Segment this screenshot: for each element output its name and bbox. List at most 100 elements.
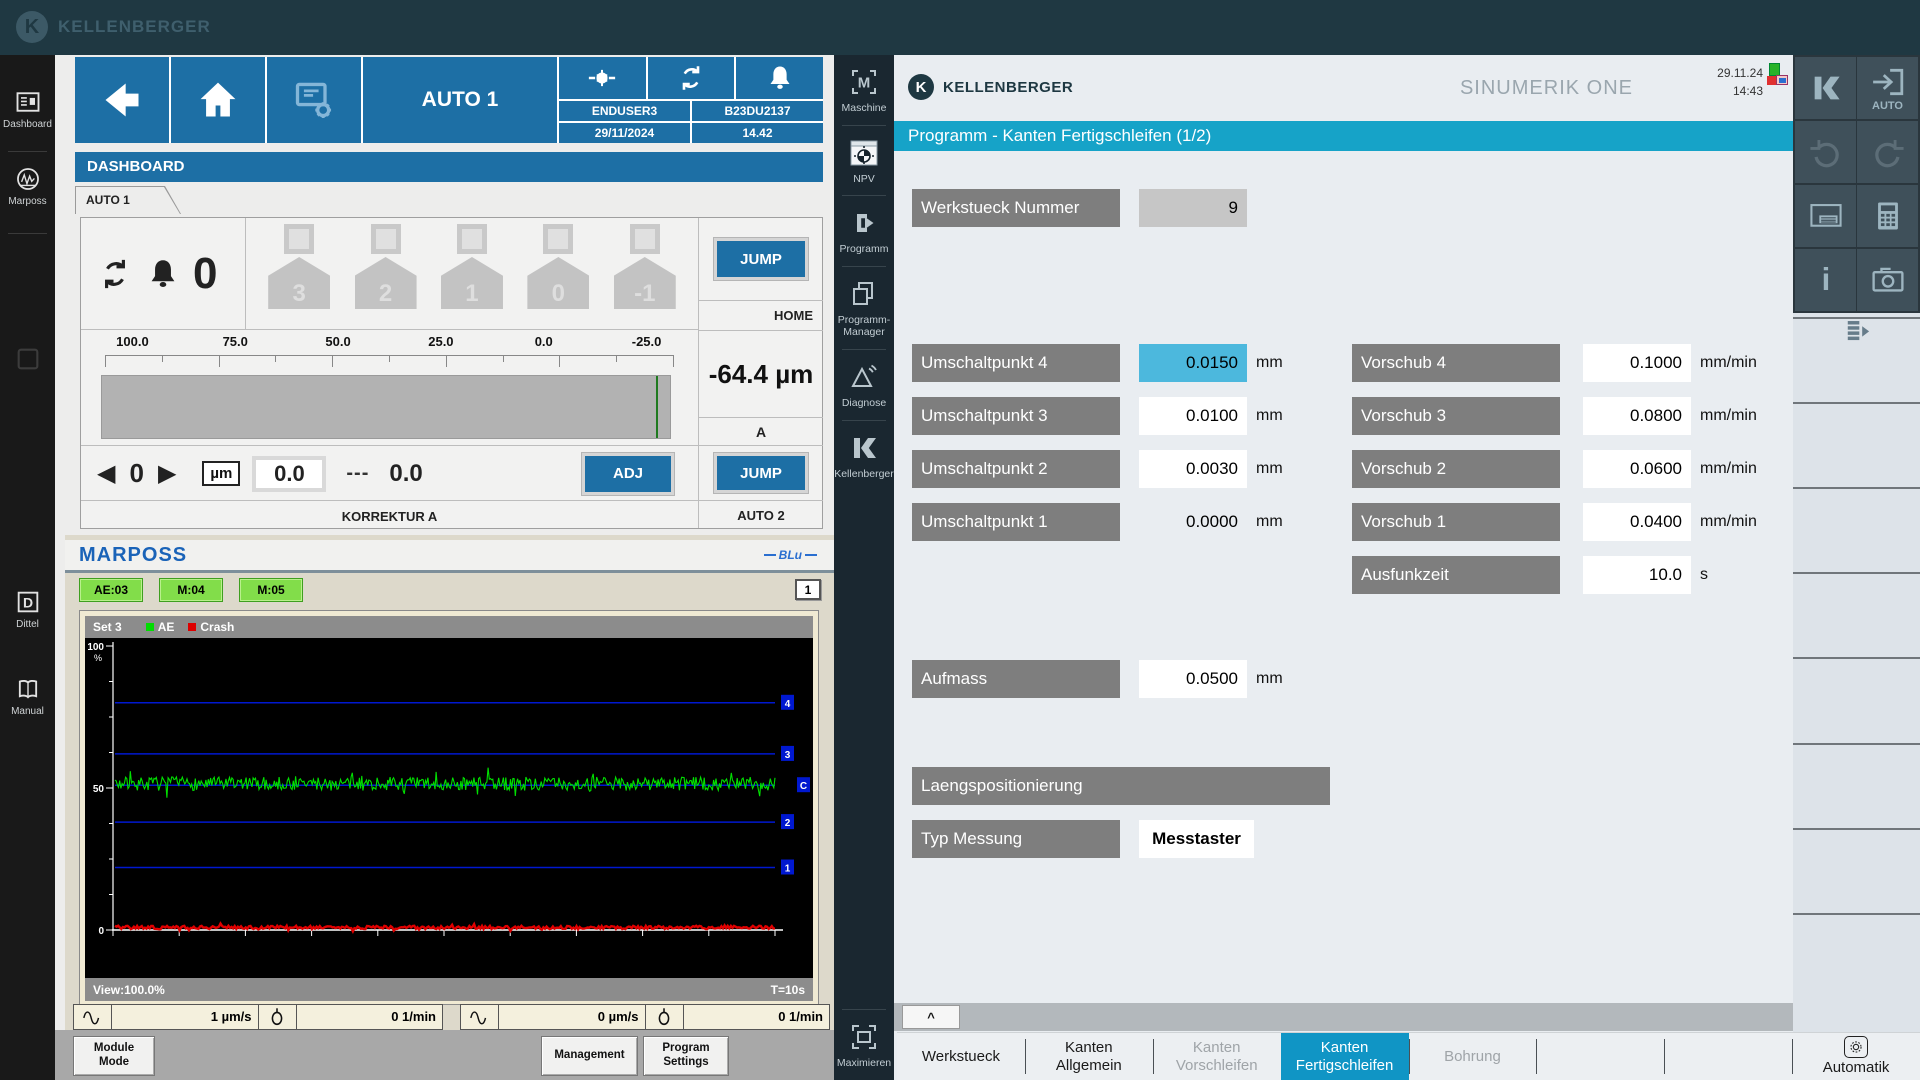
date-display: 29.11.24 — [1717, 64, 1763, 82]
kellenberger-brand-right: K KELLENBERGER — [908, 74, 1073, 100]
tab-label: Bohrung — [1444, 1048, 1501, 1065]
nav-item-diagnose[interactable]: Diagnose — [834, 350, 894, 420]
nav-item-programm-manager[interactable]: Programm-Manager — [834, 267, 894, 349]
marposs-chart-container: Set 3 AECrash 100%50043C21 View:100.0% T… — [79, 610, 819, 1005]
adj-button[interactable]: ADJ — [582, 453, 674, 495]
tab-auto1[interactable]: AUTO 1 — [75, 186, 181, 214]
field-value-werkstueck-nummer[interactable]: 9 — [1139, 189, 1247, 227]
softkey-menu-icon[interactable] — [1793, 319, 1920, 345]
correction-dashes: --- — [346, 462, 369, 485]
tab-kanten-vorschleifen[interactable]: Kanten Vorschleifen — [1153, 1033, 1281, 1080]
legend-item: Crash — [188, 620, 234, 634]
home-icon — [196, 78, 240, 122]
sidebar-item-dashboard[interactable]: Dashboard — [0, 88, 55, 130]
tab-bohrung[interactable]: Bohrung — [1409, 1033, 1537, 1080]
marposs-channel-tabs: AE:03 M:04 M:05 — [79, 578, 303, 602]
field-label-werkstueck-nummer: Werkstueck Nummer — [912, 189, 1120, 227]
field-value-vorschub-3[interactable]: 0.0800 — [1583, 397, 1691, 435]
dashboard-icon — [14, 88, 42, 116]
correction-current-value: 0.0 — [389, 460, 422, 488]
legend-label: AE — [158, 620, 175, 634]
set-label: Set 3 — [93, 620, 122, 634]
scale-tick-label: 25.0 — [389, 334, 492, 349]
auto-icon — [1871, 65, 1905, 99]
field-unit: mm/min — [1700, 503, 1757, 541]
field-value-ausfunkzeit[interactable]: 10.0 — [1583, 556, 1691, 594]
kellenberger-button[interactable] — [1795, 57, 1856, 119]
unit-toggle[interactable]: µm — [202, 461, 240, 486]
field-unit: mm — [1256, 344, 1283, 382]
field-value-typ-messung[interactable]: Messtaster — [1139, 820, 1254, 858]
view-zoom-label: View:100.0% — [93, 983, 165, 997]
manual-icon — [14, 675, 42, 703]
mode-display: AUTO 1 — [363, 57, 557, 143]
nav-item-programm[interactable]: Programm — [834, 196, 894, 266]
jump-auto2-button[interactable]: JUMP — [714, 453, 808, 493]
kellenberger-logo-icon: K — [908, 74, 934, 100]
marker-square — [457, 224, 487, 254]
nav-item-maschine[interactable]: MMaschine — [834, 55, 894, 125]
field-value-umschaltpunkt-1[interactable]: 0.0000 — [1139, 503, 1247, 541]
program-settings-button[interactable]: Program Settings — [643, 1036, 729, 1076]
blu-logo: BLu — [764, 548, 817, 562]
field-value-aufmass[interactable]: 0.0500 — [1139, 660, 1247, 698]
sine-icon — [82, 1006, 104, 1028]
ruler-tick — [162, 356, 163, 362]
tab-automatik[interactable]: Automatik — [1792, 1033, 1920, 1080]
nav-item-npv[interactable]: NPV — [834, 126, 894, 196]
back-button[interactable] — [75, 57, 169, 143]
correction-input[interactable]: 0.0 — [252, 456, 326, 492]
sidebar-item-module[interactable] — [0, 345, 55, 373]
sine-icon — [469, 1006, 491, 1028]
field-value-umschaltpunkt-3[interactable]: 0.0100 — [1139, 397, 1247, 435]
field-value-vorschub-4[interactable]: 0.1000 — [1583, 344, 1691, 382]
gauge-value: 1 µm/s — [112, 1005, 259, 1029]
redo-button[interactable] — [1857, 121, 1918, 183]
management-button[interactable]: Management — [541, 1036, 638, 1076]
nav-item-label: NPV — [853, 173, 875, 186]
screenshot-button[interactable] — [1857, 249, 1918, 311]
marker-row: 0 3210-1 — [81, 218, 698, 330]
marposs-header-bar: MARPOSS BLu — [65, 540, 835, 570]
step-decrease-arrow[interactable]: ◀ — [97, 462, 115, 486]
field-value-umschaltpunkt-2[interactable]: 0.0030 — [1139, 450, 1247, 488]
marposs-channel-tab[interactable]: AE:03 — [79, 578, 143, 602]
status-text-row: ENDUSER3B23DU2137 — [559, 101, 823, 121]
sidebar-item-manual[interactable]: Manual — [0, 675, 55, 717]
field-value-vorschub-1[interactable]: 0.0400 — [1583, 503, 1691, 541]
home-button[interactable] — [171, 57, 265, 143]
auto-mode-button[interactable]: AUTO — [1857, 57, 1918, 119]
field-value-vorschub-2[interactable]: 0.0600 — [1583, 450, 1691, 488]
field-unit: mm/min — [1700, 397, 1757, 435]
tab-kanten-allgemein[interactable]: Kanten Allgemein — [1025, 1033, 1153, 1080]
field-unit: mm — [1256, 660, 1283, 698]
marposs-channel-tab[interactable]: M:04 — [159, 578, 223, 602]
marker-square — [284, 224, 314, 254]
nav-item-maximieren[interactable]: Maximieren — [834, 1010, 894, 1080]
jump-home-button[interactable]: JUMP — [714, 238, 808, 280]
nav-item-label: Programm-Manager — [834, 314, 894, 339]
field-value-umschaltpunkt-4[interactable]: 0.0150 — [1139, 344, 1247, 382]
gauge-value: 0 1/min — [297, 1005, 443, 1029]
collapse-button[interactable]: ^ — [902, 1005, 960, 1029]
marposs-channel-tab[interactable]: M:05 — [239, 578, 303, 602]
top-header: K KELLENBERGER — [0, 0, 1920, 55]
plc-status-icon — [1767, 63, 1789, 89]
keyboard-button[interactable] — [1795, 185, 1856, 247]
info-button[interactable]: i — [1795, 249, 1856, 311]
module-mode-button[interactable]: Module Mode — [73, 1036, 155, 1076]
legend-swatch — [188, 623, 196, 631]
rotation-icon — [266, 1006, 288, 1028]
marposs-page-indicator[interactable]: 1 — [795, 579, 821, 600]
tab-kanten-fertigschleifen[interactable]: Kanten Fertigschleifen — [1281, 1033, 1409, 1080]
tab-auto1-label: AUTO 1 — [76, 187, 180, 214]
calculator-button[interactable] — [1857, 185, 1918, 247]
screen-settings-button[interactable] — [267, 57, 361, 143]
tab-werkstueck[interactable]: Werkstueck — [897, 1033, 1025, 1080]
nav-item-kellenberger[interactable]: Kellenberger — [834, 421, 894, 491]
step-increase-arrow[interactable]: ▶ — [158, 462, 176, 486]
undo-button[interactable] — [1795, 121, 1856, 183]
svg-text:C: C — [800, 781, 807, 792]
sidebar-item-dittel[interactable]: DDittel — [0, 588, 55, 630]
sidebar-item-marposs[interactable]: Marposs — [0, 165, 55, 207]
